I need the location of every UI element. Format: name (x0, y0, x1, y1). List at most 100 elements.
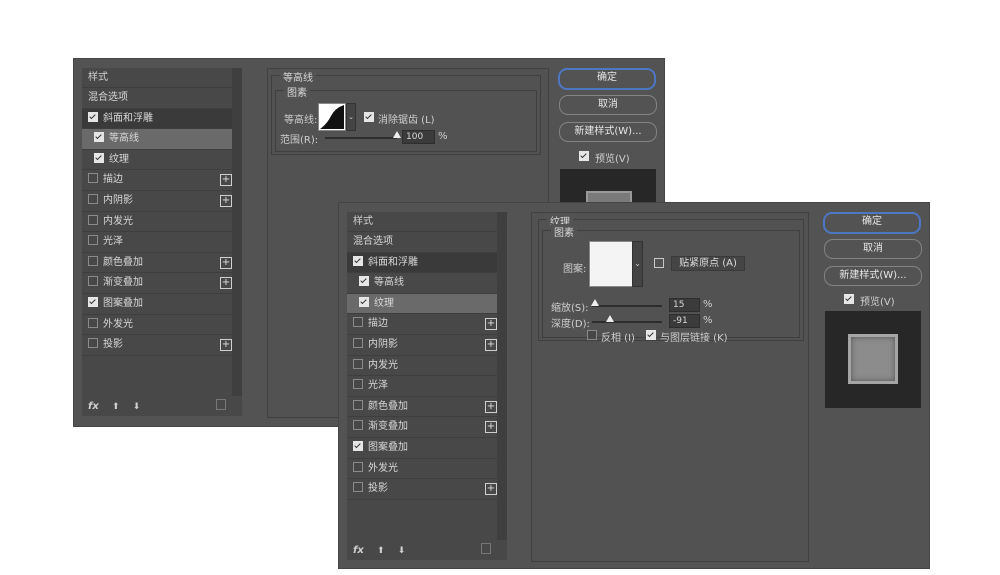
link-layer-label: 与图层链接 (K) (660, 333, 728, 344)
new-preset-icon[interactable] (654, 258, 664, 268)
style-item-satin[interactable]: 光泽 (347, 376, 507, 397)
cancel-button[interactable]: 取消 (559, 95, 657, 115)
checkbox[interactable] (88, 255, 98, 266)
style-item-gradient-overlay[interactable]: 渐变叠加 + (347, 417, 507, 438)
style-item-satin[interactable]: 光泽 (82, 232, 242, 253)
new-style-button[interactable]: 新建样式(W)... (824, 266, 922, 286)
checkbox[interactable] (88, 338, 98, 349)
checkbox[interactable] (353, 358, 363, 369)
style-item-drop-shadow[interactable]: 投影 + (82, 335, 242, 356)
style-item-bevel[interactable]: 斜面和浮雕 (82, 108, 242, 130)
depth-slider-thumb[interactable] (606, 315, 614, 322)
style-item-pattern-overlay[interactable]: 图案叠加 (347, 438, 507, 459)
link-layer-checkbox[interactable] (646, 330, 656, 340)
style-item-drop-shadow[interactable]: 投影 + (347, 479, 507, 500)
checkbox[interactable] (353, 255, 363, 266)
style-item-inner-shadow[interactable]: 内阴影 + (82, 191, 242, 212)
plus-icon[interactable]: + (485, 400, 497, 413)
blend-options-item[interactable]: 混合选项 (347, 232, 507, 253)
checkbox[interactable] (88, 296, 98, 307)
move-down-icon[interactable]: ⬇ (398, 546, 406, 556)
ok-button[interactable]: 确定 (558, 68, 656, 90)
style-item-stroke[interactable]: 描边 + (347, 314, 507, 335)
checkbox[interactable] (88, 193, 98, 204)
style-item-bevel[interactable]: 斜面和浮雕 (347, 252, 507, 274)
cancel-button[interactable]: 取消 (824, 239, 922, 259)
style-item-outer-glow[interactable]: 外发光 (347, 459, 507, 480)
scale-value-input[interactable]: 15 (669, 298, 700, 312)
preview-checkbox[interactable] (579, 151, 589, 161)
plus-icon[interactable]: + (485, 421, 497, 434)
checkbox[interactable] (359, 296, 369, 307)
antialias-checkbox[interactable] (364, 112, 374, 122)
style-item-stroke[interactable]: 描边 + (82, 170, 242, 191)
checkbox[interactable] (359, 276, 369, 287)
checkbox[interactable] (88, 276, 98, 287)
scrollbar[interactable] (232, 68, 242, 396)
range-slider-thumb[interactable] (393, 131, 401, 138)
styles-header[interactable]: 样式 (82, 68, 242, 88)
move-down-icon[interactable]: ⬇ (133, 402, 141, 412)
style-item-contour[interactable]: 等高线 (347, 273, 507, 294)
checkbox[interactable] (353, 461, 363, 472)
style-item-inner-shadow[interactable]: 内阴影 + (347, 335, 507, 356)
style-item-gradient-overlay[interactable]: 渐变叠加 + (82, 273, 242, 294)
trash-icon[interactable] (216, 399, 226, 410)
fx-icon[interactable]: fx (88, 401, 99, 412)
preview-checkbox[interactable] (844, 294, 854, 304)
style-item-pattern-overlay[interactable]: 图案叠加 (82, 294, 242, 315)
style-item-inner-glow[interactable]: 内发光 (347, 356, 507, 377)
plus-icon[interactable]: + (220, 174, 232, 187)
checkbox[interactable] (353, 399, 363, 410)
checkbox[interactable] (353, 317, 363, 328)
style-item-texture[interactable]: 纹理 (82, 150, 242, 171)
fx-icon[interactable]: fx (353, 545, 364, 556)
checkbox[interactable] (353, 440, 363, 451)
plus-icon[interactable]: + (220, 339, 232, 352)
depth-value-input[interactable]: -91 (669, 314, 700, 328)
contour-curve-picker[interactable] (318, 103, 346, 131)
move-up-icon[interactable]: ⬆ (112, 402, 120, 412)
plus-icon[interactable]: + (220, 256, 232, 269)
checkbox[interactable] (88, 235, 98, 246)
new-style-button[interactable]: 新建样式(W)... (559, 122, 657, 142)
snap-to-origin-button[interactable]: 贴紧原点 (A) (671, 256, 745, 271)
checkbox[interactable] (353, 482, 363, 493)
style-item-texture[interactable]: 纹理 (347, 293, 507, 315)
plus-icon[interactable]: + (485, 338, 497, 351)
plus-icon[interactable]: + (220, 194, 232, 207)
pattern-picker[interactable] (589, 241, 633, 287)
scale-slider-track[interactable] (592, 305, 662, 307)
style-item-color-overlay[interactable]: 颜色叠加 + (82, 253, 242, 274)
checkbox[interactable] (353, 337, 363, 348)
ok-button[interactable]: 确定 (823, 212, 921, 234)
move-up-icon[interactable]: ⬆ (377, 546, 385, 556)
style-label: 投影 (368, 483, 388, 495)
scale-slider-thumb[interactable] (591, 299, 599, 306)
checkbox[interactable] (88, 214, 98, 225)
checkbox[interactable] (94, 152, 104, 163)
blend-options-item[interactable]: 混合选项 (82, 88, 242, 109)
invert-checkbox[interactable] (587, 330, 597, 340)
style-item-outer-glow[interactable]: 外发光 (82, 315, 242, 336)
chevron-down-icon[interactable]: ⌄ (346, 103, 356, 131)
checkbox[interactable] (353, 379, 363, 390)
style-item-inner-glow[interactable]: 内发光 (82, 212, 242, 233)
trash-icon[interactable] (481, 543, 491, 554)
checkbox[interactable] (88, 173, 98, 184)
checkbox[interactable] (94, 132, 104, 143)
depth-slider-track[interactable] (592, 321, 662, 323)
checkbox[interactable] (88, 317, 98, 328)
plus-icon[interactable]: + (485, 318, 497, 331)
style-item-color-overlay[interactable]: 颜色叠加 + (347, 397, 507, 418)
checkbox[interactable] (88, 111, 98, 122)
range-value-input[interactable]: 100 (402, 130, 435, 144)
style-item-contour[interactable]: 等高线 (82, 129, 242, 150)
range-slider-track[interactable] (325, 137, 397, 139)
scrollbar[interactable] (497, 212, 507, 540)
styles-header[interactable]: 样式 (347, 212, 507, 232)
plus-icon[interactable]: + (485, 483, 497, 496)
checkbox[interactable] (353, 420, 363, 431)
plus-icon[interactable]: + (220, 277, 232, 290)
chevron-down-icon[interactable]: ⌄ (632, 241, 643, 287)
